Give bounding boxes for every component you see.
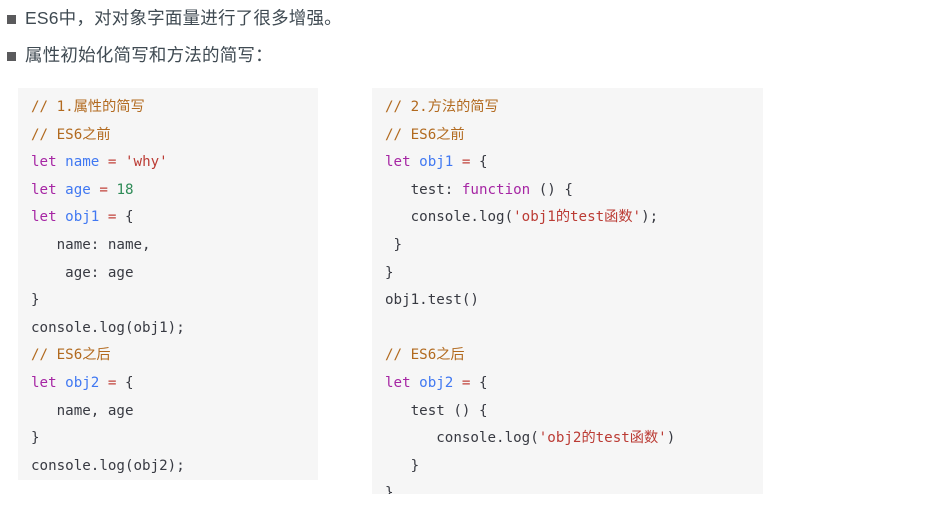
code-token-plain: } (31, 292, 40, 309)
code-token-plain: console.log(obj1); (31, 319, 185, 336)
bullet-item-2: 属性初始化简写和方法的简写： (0, 37, 931, 74)
code-line: console.log('obj2的test函数') (385, 425, 763, 453)
code-line: let age = 18 (31, 177, 318, 205)
code-token-plain: { (470, 374, 488, 391)
code-token-keyword: let (31, 374, 57, 391)
code-token-comment: // ES6之后 (31, 347, 111, 364)
code-token-plain: console.log(obj2); (31, 457, 185, 474)
code-token-var: obj2 (419, 374, 454, 391)
code-line: // ES6之前 (31, 122, 318, 150)
code-line: test: function () { (385, 177, 763, 205)
code-line: console.log(obj2); (31, 453, 318, 480)
code-token-string: 'why' (124, 154, 168, 171)
code-token-plain: console.log( (385, 209, 514, 226)
code-line: obj1.test() (385, 287, 763, 315)
code-line: name: name, (31, 232, 318, 260)
code-block-method-shorthand: // 2.方法的简写 // ES6之前 let obj1 = { test: fun… (372, 88, 763, 494)
code-token-plain: obj1.test() (385, 292, 479, 309)
code-token-plain: test: (385, 181, 462, 198)
bullet-text-1: ES6中，对对象字面量进行了很多增强。 (25, 7, 342, 28)
code-line: name, age (31, 398, 318, 426)
code-token-string: 'obj2的test函数' (538, 430, 667, 447)
code-line: let obj1 = { (385, 149, 763, 177)
code-token-keyword: let (31, 209, 57, 226)
code-token-comment: // ES6之前 (31, 126, 111, 143)
code-token-plain: { (116, 374, 134, 391)
code-line: console.log('obj1的test函数'); (385, 204, 763, 232)
bullet-item-1: ES6中，对对象字面量进行了很多增强。 (0, 0, 931, 37)
code-token-plain: console.log( (385, 430, 539, 447)
code-token-plain: } (385, 457, 420, 474)
code-line: let obj2 = { (31, 370, 318, 398)
code-token-plain: ); (641, 209, 659, 226)
code-line: age: age (31, 260, 318, 288)
code-token-var: obj1 (419, 154, 454, 171)
bullet-list: ES6中，对对象字面量进行了很多增强。 属性初始化简写和方法的简写： (0, 0, 931, 74)
code-line: let obj2 = { (385, 370, 763, 398)
code-line: } (31, 425, 318, 453)
code-token-comment: // ES6之前 (385, 126, 465, 143)
code-token-plain: { (116, 209, 134, 226)
code-token-var: obj2 (65, 374, 100, 391)
code-token-op: = (99, 181, 108, 198)
code-token-comment: // ES6之后 (385, 347, 465, 364)
square-bullet-icon (7, 51, 16, 61)
code-token-plain: age: age (31, 264, 134, 281)
code-token-keyword: function (461, 181, 531, 198)
code-token-var: age (65, 181, 91, 198)
code-line: } (385, 480, 763, 494)
code-token-var: obj1 (65, 209, 100, 226)
code-token-plain: name: name, (31, 236, 151, 253)
code-token-plain: name, age (31, 402, 134, 419)
code-line: } (385, 260, 763, 288)
code-token-keyword: let (385, 374, 411, 391)
bullet-text-2: 属性初始化简写和方法的简写： (25, 44, 273, 65)
code-token-string: 'obj1的test函数' (513, 209, 642, 226)
code-line: // 2.方法的简写 (385, 94, 763, 122)
code-token-plain: } (31, 430, 40, 447)
code-token-keyword: let (385, 154, 411, 171)
code-token-plain: } (385, 236, 403, 253)
code-token-comment: // 2.方法的简写 (385, 99, 499, 115)
code-line: let name = 'why' (31, 149, 318, 177)
code-line: test () { (385, 398, 763, 426)
code-line: console.log(obj1); (31, 315, 318, 343)
code-token-var: name (65, 154, 100, 171)
code-line: // 1.属性的简写 (31, 94, 318, 122)
code-token-plain: test () { (385, 402, 488, 419)
code-line: } (31, 287, 318, 315)
square-bullet-icon (7, 14, 16, 24)
code-block-property-shorthand: // 1.属性的简写// ES6之前 let name = 'why' let ag… (18, 88, 318, 480)
code-token-plain: { (470, 154, 488, 171)
code-token-plain: } (385, 264, 394, 281)
code-line: let obj1 = { (31, 204, 318, 232)
code-token-keyword: let (31, 181, 57, 198)
code-token-plain: () { (530, 181, 573, 198)
code-line: // ES6之后 (31, 342, 318, 370)
code-token-keyword: let (31, 154, 57, 171)
code-line: // ES6之前 (385, 122, 763, 150)
code-token-number: 18 (116, 181, 134, 198)
code-token-comment: // 1.属性的简写 (31, 99, 145, 115)
code-line: } (385, 232, 763, 260)
code-line: } (385, 453, 763, 481)
code-token-plain: ) (666, 430, 676, 447)
code-line: // ES6之后 (385, 342, 763, 370)
code-token-plain: } (385, 485, 394, 494)
